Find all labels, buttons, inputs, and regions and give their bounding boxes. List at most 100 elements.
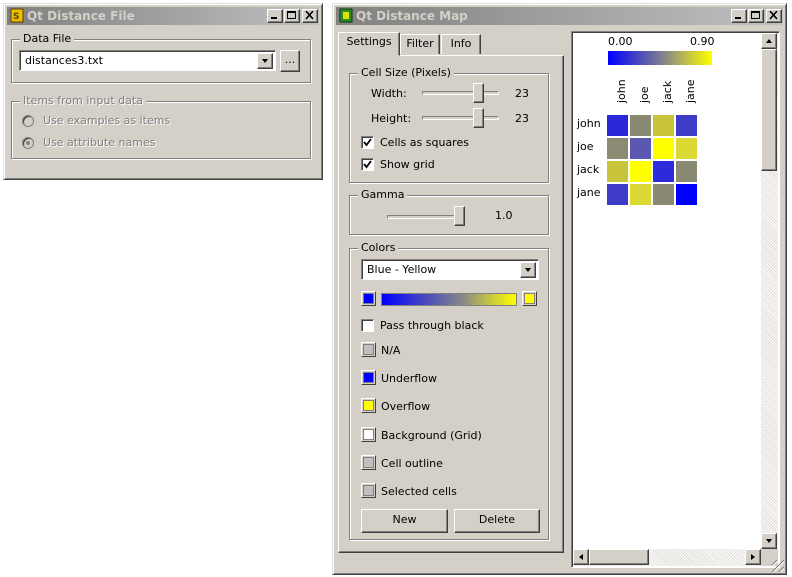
- distance-file-titlebar[interactable]: S Qt Distance File: [7, 7, 319, 25]
- data-file-combo[interactable]: distances3.txt: [19, 50, 276, 71]
- arrow-down-icon: [766, 539, 772, 543]
- chevron-down-icon[interactable]: [257, 53, 273, 69]
- checkmark-icon: [363, 160, 372, 169]
- height-slider-track: [422, 116, 499, 120]
- close-button[interactable]: [766, 9, 782, 23]
- cells-as-squares-label: Cells as squares: [380, 136, 469, 149]
- heatmap-cell[interactable]: [675, 160, 698, 183]
- gamma-slider-thumb[interactable]: [454, 206, 465, 226]
- arrow-left-icon: [579, 554, 583, 560]
- heatmap-cell[interactable]: [629, 160, 652, 183]
- overflow-color-swatch[interactable]: [361, 398, 376, 413]
- radio-examples-label: Use examples as items: [43, 114, 171, 127]
- maximize-button[interactable]: [748, 9, 764, 23]
- cell-outline-label: Cell outline: [381, 457, 443, 470]
- height-slider-thumb[interactable]: [473, 108, 484, 128]
- tab-settings[interactable]: Settings: [338, 32, 400, 56]
- resize-grip[interactable]: [772, 560, 784, 572]
- items-group-title: Items from input data: [20, 94, 146, 108]
- gamma-group: Gamma 1.0: [349, 188, 549, 235]
- heatmap-cell[interactable]: [652, 183, 675, 206]
- column-label-jack: jack: [661, 80, 674, 103]
- arrow-right-icon: [751, 554, 755, 560]
- new-button[interactable]: New: [361, 509, 448, 533]
- vertical-scrollbar[interactable]: [761, 33, 778, 549]
- selected-cells-color-swatch[interactable]: [361, 483, 376, 498]
- legend-max-label: 0.90: [690, 35, 715, 48]
- heatmap-grid[interactable]: [606, 114, 698, 206]
- heatmap-cell[interactable]: [606, 183, 629, 206]
- tab-info[interactable]: Info: [441, 34, 481, 54]
- scroll-right-button[interactable]: [745, 549, 761, 565]
- heatmap-cell[interactable]: [606, 114, 629, 137]
- scroll-down-button[interactable]: [761, 533, 777, 549]
- window-title: Qt Distance Map: [356, 9, 468, 23]
- horizontal-scroll-thumb[interactable]: [589, 549, 649, 565]
- horizontal-scrollbar[interactable]: [573, 549, 761, 566]
- distance-file-window: S Qt Distance File Data File distances3.…: [3, 3, 323, 180]
- heatmap-cell[interactable]: [606, 160, 629, 183]
- legend-min-label: 0.00: [608, 35, 633, 48]
- browse-button-label: ...: [284, 53, 296, 66]
- minimize-button[interactable]: [267, 9, 283, 23]
- high-color-swatch[interactable]: [522, 291, 537, 306]
- new-button-label: New: [392, 513, 417, 526]
- data-file-group-title: Data File: [20, 32, 75, 46]
- na-color-swatch[interactable]: [361, 342, 376, 357]
- heatmap-cell[interactable]: [629, 137, 652, 160]
- cells-as-squares-checkbox[interactable]: [361, 136, 374, 149]
- map-canvas[interactable]: 0.00 0.90 john joe jack jane john joe ja…: [571, 31, 780, 568]
- colors-group: Colors Blue - Yellow Pass through black …: [349, 241, 549, 540]
- cell-outline-color-swatch[interactable]: [361, 455, 376, 470]
- show-grid-label: Show grid: [380, 158, 435, 171]
- app-icon: [339, 8, 353, 23]
- selected-cells-label: Selected cells: [381, 485, 457, 498]
- heatmap-cell[interactable]: [652, 160, 675, 183]
- heatmap-cell[interactable]: [675, 137, 698, 160]
- gamma-slider-track: [387, 215, 464, 219]
- chevron-down-icon[interactable]: [520, 262, 536, 278]
- delete-button-label: Delete: [478, 513, 516, 526]
- heatmap-cell[interactable]: [606, 137, 629, 160]
- browse-button[interactable]: ...: [280, 50, 300, 72]
- underflow-color-swatch[interactable]: [361, 370, 376, 385]
- heatmap-cell[interactable]: [629, 183, 652, 206]
- vertical-scroll-thumb[interactable]: [761, 49, 777, 171]
- row-label-joe: joe: [577, 140, 594, 153]
- column-label-john: john: [615, 79, 628, 103]
- cell-size-group: Cell Size (Pixels) Width: 23 Height: 23 …: [349, 66, 549, 183]
- row-label-john: john: [577, 117, 601, 130]
- radio-attributes[interactable]: [22, 137, 34, 149]
- scroll-up-button[interactable]: [761, 33, 777, 49]
- background-color-swatch[interactable]: [361, 427, 376, 442]
- close-button[interactable]: [302, 9, 318, 23]
- delete-button[interactable]: Delete: [454, 509, 540, 533]
- distance-map-titlebar[interactable]: Qt Distance Map: [336, 7, 783, 25]
- heatmap-cell[interactable]: [675, 183, 698, 206]
- heatmap-cell[interactable]: [629, 114, 652, 137]
- tab-filter[interactable]: Filter: [400, 34, 440, 54]
- minimize-button[interactable]: [731, 9, 747, 23]
- width-slider-thumb[interactable]: [473, 83, 484, 103]
- radio-attributes-label: Use attribute names: [43, 136, 156, 149]
- arrow-up-icon: [766, 39, 772, 43]
- tab-filter-label: Filter: [406, 37, 434, 50]
- heatmap-cell[interactable]: [652, 114, 675, 137]
- palette-combo[interactable]: Blue - Yellow: [361, 259, 539, 280]
- pass-through-black-label: Pass through black: [380, 319, 484, 332]
- cell-size-group-title: Cell Size (Pixels): [358, 66, 454, 80]
- gamma-value: 1.0: [495, 209, 513, 222]
- low-color-swatch[interactable]: [361, 291, 376, 306]
- width-label: Width:: [371, 87, 407, 100]
- width-slider-track: [422, 91, 499, 95]
- heatmap-cell[interactable]: [652, 137, 675, 160]
- heatmap-cell[interactable]: [675, 114, 698, 137]
- pass-through-black-checkbox[interactable]: [361, 319, 374, 332]
- legend-gradient-bar: [608, 51, 712, 65]
- show-grid-checkbox[interactable]: [361, 158, 374, 171]
- maximize-button[interactable]: [284, 9, 300, 23]
- distance-map-window: Qt Distance Map Settings Filter Info Cel…: [332, 3, 787, 575]
- scroll-left-button[interactable]: [573, 549, 589, 565]
- palette-value: Blue - Yellow: [367, 263, 437, 276]
- radio-examples[interactable]: [22, 115, 34, 127]
